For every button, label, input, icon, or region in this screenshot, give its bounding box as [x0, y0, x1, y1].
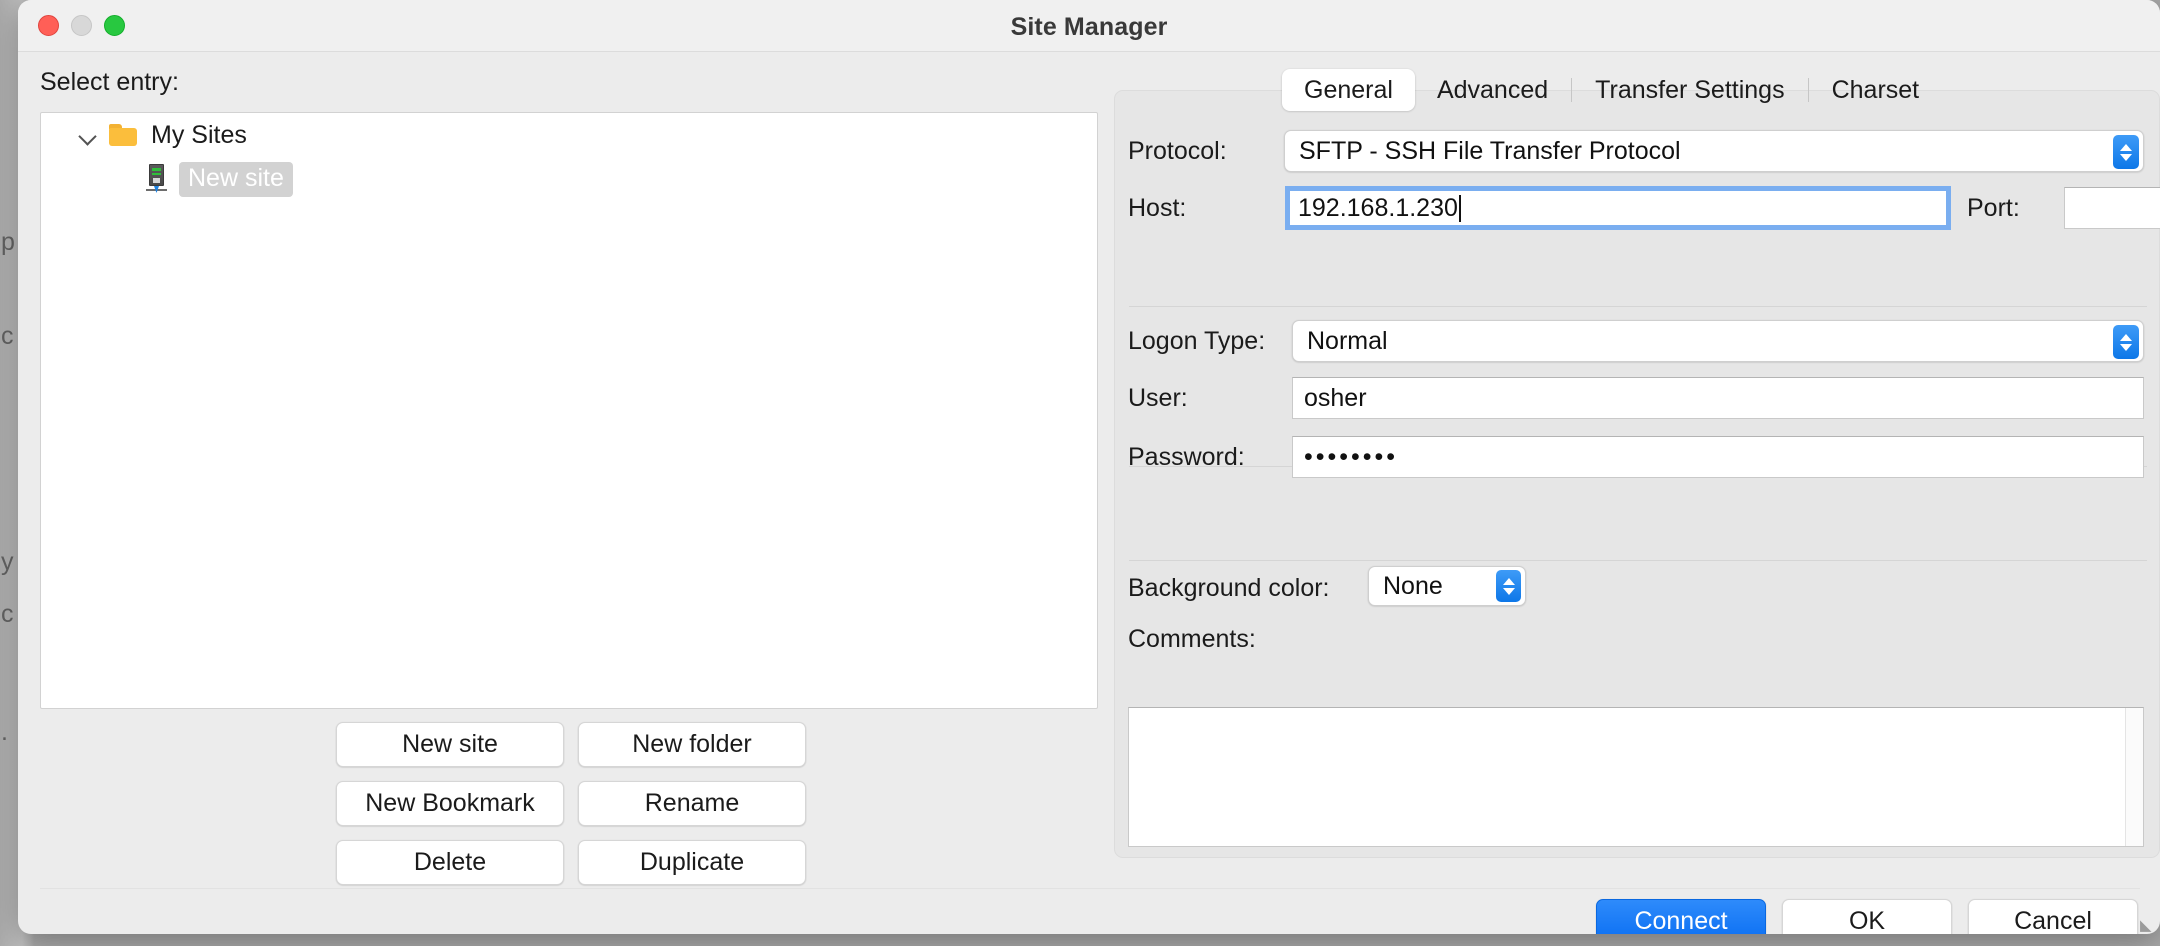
- titlebar: Site Manager: [18, 0, 2160, 52]
- port-input[interactable]: [2064, 187, 2160, 229]
- password-label: Password:: [1128, 443, 1245, 471]
- folder-icon: [109, 124, 137, 146]
- background-window-glyph: c: [1, 322, 14, 350]
- logon-type-select[interactable]: Normal: [1292, 320, 2144, 362]
- tree-item-label: New site: [179, 161, 293, 197]
- delete-button[interactable]: Delete: [336, 840, 564, 885]
- comments-label: Comments:: [1128, 625, 1256, 653]
- dialog-action-buttons: Connect OK Cancel: [1596, 899, 2138, 934]
- cancel-button[interactable]: Cancel: [1968, 899, 2138, 934]
- user-input[interactable]: osher: [1292, 377, 2144, 419]
- new-folder-button[interactable]: New folder: [578, 722, 806, 767]
- background-window-glyph: .: [1, 718, 8, 746]
- user-label: User:: [1128, 384, 1188, 412]
- background-window-glyph: p: [1, 228, 15, 256]
- tab-separator: [1571, 78, 1573, 102]
- user-value: osher: [1304, 383, 1367, 412]
- resize-grip[interactable]: ◣: [2140, 916, 2156, 934]
- tab-general[interactable]: General: [1282, 69, 1415, 111]
- comments-scrollbar[interactable]: [2125, 708, 2143, 846]
- new-site-button[interactable]: New site: [336, 722, 564, 767]
- new-bookmark-button[interactable]: New Bookmark: [336, 781, 564, 826]
- chevron-updown-icon[interactable]: [1496, 570, 1521, 602]
- window-title: Site Manager: [1010, 13, 1168, 41]
- group-separator: [1129, 306, 2147, 307]
- footer-divider: [40, 888, 2140, 889]
- site-tree[interactable]: My Sites New site: [40, 112, 1098, 709]
- tree-item-my-sites[interactable]: My Sites: [41, 113, 1097, 157]
- select-entry-label: Select entry:: [40, 68, 179, 96]
- logon-type-label: Logon Type:: [1128, 327, 1266, 355]
- text-caret: [1458, 194, 1461, 222]
- tree-item-new-site[interactable]: New site: [41, 157, 1097, 201]
- chevron-updown-icon[interactable]: [2113, 325, 2139, 359]
- comments-textarea[interactable]: [1128, 707, 2144, 847]
- port-label: Port:: [1967, 194, 2020, 222]
- chevron-updown-icon[interactable]: [2113, 135, 2139, 169]
- protocol-select[interactable]: SFTP - SSH File Transfer Protocol: [1284, 130, 2144, 172]
- tree-action-buttons: New site New folder New Bookmark Rename …: [336, 722, 806, 885]
- tree-item-label: My Sites: [151, 120, 247, 149]
- tab-separator: [1807, 78, 1809, 102]
- server-icon: [145, 164, 167, 194]
- group-separator: [1129, 560, 2147, 561]
- background-color-value: None: [1383, 571, 1443, 600]
- host-input[interactable]: 192.168.1.230: [1286, 187, 1950, 229]
- tab-charset[interactable]: Charset: [1810, 69, 1942, 111]
- duplicate-button[interactable]: Duplicate: [578, 840, 806, 885]
- settings-tabbar: General Advanced Transfer Settings Chars…: [1282, 69, 1941, 111]
- rename-button[interactable]: Rename: [578, 781, 806, 826]
- host-label: Host:: [1128, 194, 1187, 222]
- ok-button[interactable]: OK: [1782, 899, 1952, 934]
- protocol-value: SFTP - SSH File Transfer Protocol: [1299, 136, 1681, 165]
- site-manager-dialog: Site Manager Select entry: My Sites New …: [18, 0, 2160, 934]
- background-window-glyph: c: [1, 600, 14, 628]
- tab-transfer-settings[interactable]: Transfer Settings: [1573, 69, 1806, 111]
- background-window-glyph: y: [1, 548, 14, 576]
- protocol-label: Protocol:: [1128, 137, 1227, 165]
- chevron-down-icon[interactable]: [77, 124, 99, 146]
- password-input[interactable]: ••••••••: [1292, 436, 2144, 478]
- host-value: 192.168.1.230: [1298, 193, 1458, 222]
- password-value: ••••••••: [1304, 442, 1399, 471]
- connect-button[interactable]: Connect: [1596, 899, 1766, 934]
- tab-advanced[interactable]: Advanced: [1415, 69, 1570, 111]
- logon-type-value: Normal: [1307, 326, 1388, 355]
- background-color-label: Background color:: [1128, 574, 1330, 602]
- background-color-select[interactable]: None: [1368, 566, 1526, 606]
